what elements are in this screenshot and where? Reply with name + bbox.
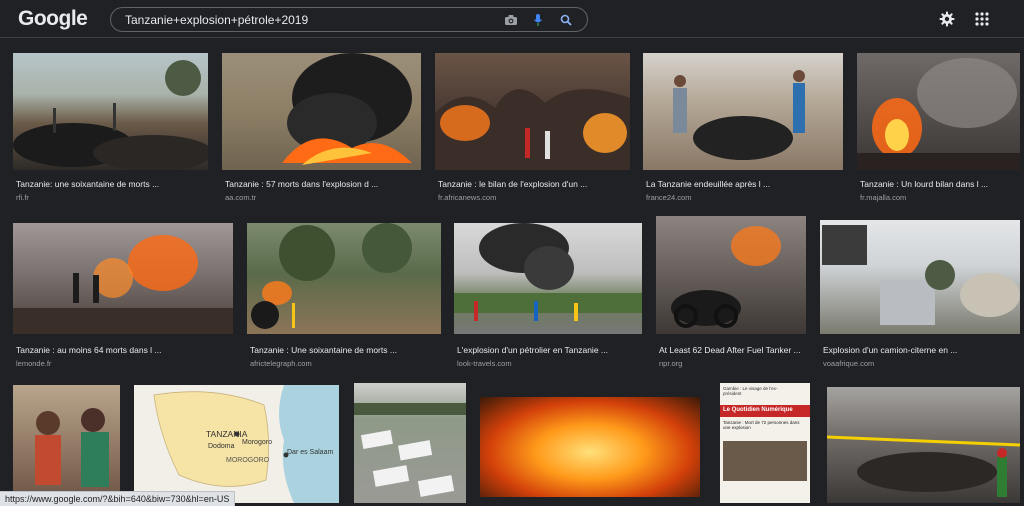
newspaper-headline: Tanzanie : Mort de 72 personnes dans une… bbox=[723, 420, 800, 431]
thumbnail-image[interactable] bbox=[643, 53, 843, 170]
newspaper-photo bbox=[723, 441, 807, 481]
search-header: Google bbox=[0, 0, 1024, 38]
result-caption[interactable]: La Tanzanie endeuillée après l ... bbox=[646, 179, 841, 189]
thumbnail-image[interactable] bbox=[435, 53, 630, 170]
result-caption[interactable]: Tanzanie: une soixantaine de morts ... bbox=[16, 179, 206, 189]
map-country-label: TANZANIA bbox=[206, 429, 248, 439]
newspaper-masthead: Le Quotidien Numérique bbox=[720, 405, 810, 417]
image-result[interactable] bbox=[354, 383, 466, 503]
thumbnail-image[interactable] bbox=[480, 397, 700, 497]
image-result[interactable]: Tanzanie : Une soixantaine de morts ... … bbox=[247, 223, 441, 371]
map-region-label: MOROGORO bbox=[226, 457, 270, 464]
thumbnail-image[interactable] bbox=[354, 383, 466, 503]
microphone-icon[interactable] bbox=[529, 11, 547, 29]
image-result[interactable]: Explosion d'un camion-citerne en ... voa… bbox=[820, 220, 1020, 371]
result-source: lemonde.fr bbox=[16, 359, 52, 368]
search-input[interactable] bbox=[125, 11, 485, 29]
result-source: fr.africanews.com bbox=[438, 193, 497, 202]
link-url-status-bar: https://www.google.com/?&bih=640&biw=730… bbox=[0, 491, 236, 506]
thumbnail-image[interactable] bbox=[656, 216, 806, 334]
image-result[interactable]: La Tanzanie endeuillée après l ... franc… bbox=[643, 53, 843, 203]
image-result[interactable]: Gambie : Le visage de l'ex-président Le … bbox=[720, 383, 810, 503]
image-result[interactable]: At Least 62 Dead After Fuel Tanker ... n… bbox=[656, 216, 806, 371]
thumbnail-image[interactable] bbox=[827, 387, 1020, 503]
result-caption[interactable]: Tanzanie : 57 morts dans l'explosion d .… bbox=[225, 179, 419, 189]
map-city-label: Dodoma bbox=[208, 443, 235, 450]
result-caption[interactable]: Tanzanie : le bilan de l'explosion d'un … bbox=[438, 179, 628, 189]
search-icon[interactable] bbox=[557, 11, 575, 29]
result-source: fr.majalla.com bbox=[860, 193, 907, 202]
map-city-label: Morogoro bbox=[242, 439, 272, 446]
image-result[interactable]: Tanzanie : le bilan de l'explosion d'un … bbox=[435, 53, 630, 203]
image-result[interactable] bbox=[13, 385, 120, 503]
map-city-label: Dar es Salaam bbox=[287, 449, 334, 456]
result-caption[interactable]: Tanzanie : Une soixantaine de morts ... bbox=[250, 345, 440, 355]
image-result[interactable]: Tanzanie : au moins 64 morts dans l ... … bbox=[13, 223, 233, 371]
search-box[interactable] bbox=[110, 7, 588, 32]
google-logo[interactable]: Google bbox=[18, 7, 88, 31]
result-caption[interactable]: Explosion d'un camion-citerne en ... bbox=[823, 345, 1019, 355]
newspaper-top-headline: Gambie : Le visage de l'ex-président bbox=[723, 386, 778, 397]
image-result[interactable]: Tanzanie : Un lourd bilan dans l ... fr.… bbox=[857, 53, 1020, 203]
result-source: look-travels.com bbox=[457, 359, 512, 368]
result-caption[interactable]: L'explosion d'un pétrolier en Tanzanie .… bbox=[457, 345, 641, 355]
image-result[interactable]: Tanzanie: une soixantaine de morts ... r… bbox=[13, 53, 208, 203]
result-source: france24.com bbox=[646, 193, 692, 202]
result-caption[interactable]: Tanzanie : au moins 64 morts dans l ... bbox=[16, 345, 231, 355]
result-source: rfi.fr bbox=[16, 193, 29, 202]
image-result[interactable] bbox=[480, 397, 700, 497]
apps-grid-icon[interactable] bbox=[972, 9, 992, 29]
newspaper-thumbnail[interactable]: Gambie : Le visage de l'ex-président Le … bbox=[720, 383, 810, 503]
settings-gear-icon[interactable] bbox=[937, 9, 957, 29]
camera-icon[interactable] bbox=[502, 11, 520, 29]
result-caption[interactable]: Tanzanie : Un lourd bilan dans l ... bbox=[860, 179, 1018, 189]
thumbnail-image[interactable] bbox=[13, 385, 120, 503]
thumbnail-image[interactable] bbox=[857, 53, 1020, 170]
result-source: africtelegraph.com bbox=[250, 359, 312, 368]
image-result[interactable]: Tanzanie : 57 morts dans l'explosion d .… bbox=[222, 53, 421, 203]
thumbnail-image[interactable] bbox=[247, 223, 441, 334]
result-caption[interactable]: At Least 62 Dead After Fuel Tanker ... bbox=[659, 345, 805, 355]
thumbnail-image[interactable] bbox=[454, 223, 642, 334]
thumbnail-image[interactable] bbox=[13, 223, 233, 334]
result-source: npr.org bbox=[659, 359, 683, 368]
image-result[interactable]: TANZANIA Dodoma Morogoro Dar es Salaam M… bbox=[134, 385, 339, 503]
map-thumbnail[interactable]: TANZANIA Dodoma Morogoro Dar es Salaam M… bbox=[134, 385, 339, 503]
image-result[interactable]: L'explosion d'un pétrolier en Tanzanie .… bbox=[454, 223, 642, 371]
thumbnail-image[interactable] bbox=[222, 53, 421, 170]
result-source: aa.com.tr bbox=[225, 193, 257, 202]
image-result[interactable] bbox=[827, 387, 1020, 503]
thumbnail-image[interactable] bbox=[820, 220, 1020, 334]
result-source: voaafrique.com bbox=[823, 359, 875, 368]
thumbnail-image[interactable] bbox=[13, 53, 208, 170]
